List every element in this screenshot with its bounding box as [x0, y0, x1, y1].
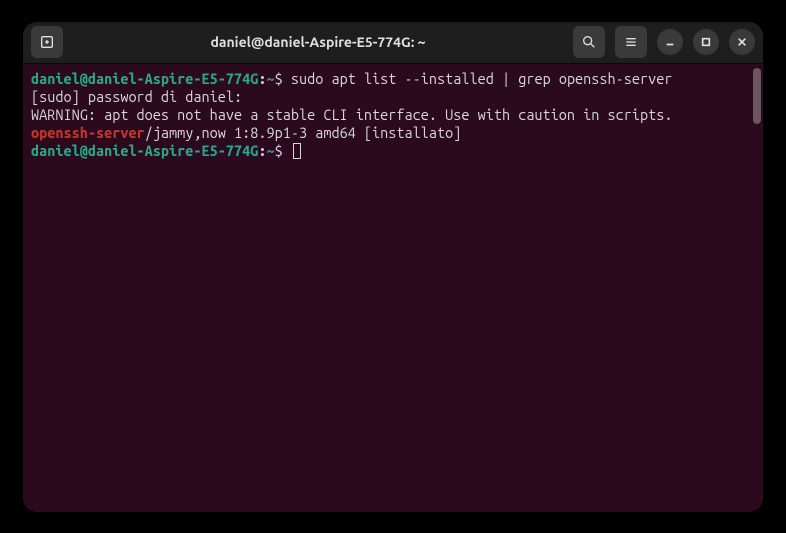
terminal-content: daniel@daniel-Aspire-E5-774G:~$ sudo apt…	[31, 70, 755, 161]
result-line: openssh-server/jammy,now 1:8.9p1-3 amd64…	[31, 124, 755, 142]
titlebar-right	[573, 26, 755, 58]
new-tab-button[interactable]	[31, 26, 63, 58]
search-button[interactable]	[573, 26, 605, 58]
prompt-dollar: $	[275, 70, 291, 87]
prompt-line-2: daniel@daniel-Aspire-E5-774G:~$	[31, 142, 755, 160]
warning-line: WARNING: apt does not have a stable CLI …	[31, 106, 755, 124]
menu-button[interactable]	[615, 26, 647, 58]
prompt-path: ~	[266, 70, 274, 87]
titlebar: daniel@daniel-Aspire-E5-774G: ~	[23, 22, 763, 64]
result-rest: /jammy,now 1:8.9p1-3 amd64 [installato]	[145, 124, 462, 141]
prompt-user: daniel@daniel-Aspire-E5-774G	[31, 142, 258, 159]
prompt-line-1: daniel@daniel-Aspire-E5-774G:~$ sudo apt…	[31, 70, 755, 88]
sudo-prompt-line: [sudo] password di daniel:	[31, 88, 755, 106]
terminal-window: daniel@daniel-Aspire-E5-774G: ~ daniel@d…	[23, 22, 763, 512]
grep-match: openssh-server	[31, 124, 145, 141]
prompt-user: daniel@daniel-Aspire-E5-774G	[31, 70, 258, 87]
command-text: sudo apt list --installed | grep openssh…	[291, 70, 673, 87]
window-title: daniel@daniel-Aspire-E5-774G: ~	[71, 34, 565, 50]
close-button[interactable]	[729, 29, 755, 55]
prompt-dollar: $	[275, 142, 291, 159]
minimize-button[interactable]	[657, 29, 683, 55]
titlebar-left	[31, 26, 63, 58]
maximize-button[interactable]	[693, 29, 719, 55]
cursor	[293, 143, 301, 159]
terminal-body[interactable]: daniel@daniel-Aspire-E5-774G:~$ sudo apt…	[23, 64, 763, 512]
scrollbar[interactable]	[753, 68, 761, 124]
prompt-path: ~	[266, 142, 274, 159]
